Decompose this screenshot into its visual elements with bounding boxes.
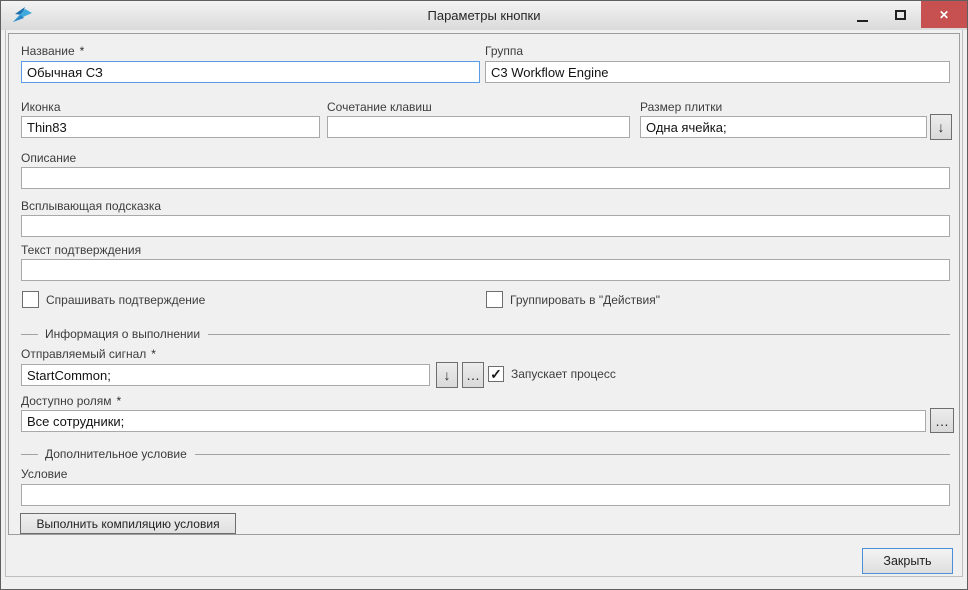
dialog-window: Параметры кнопки ✕ Название* Группа Икон… [0, 0, 968, 590]
tooltip-input[interactable] [21, 215, 950, 237]
shortcut-input[interactable] [327, 116, 630, 138]
starts-process-label: Запускает процесс [511, 367, 616, 381]
ellipsis-icon: … [935, 413, 949, 429]
icon-input[interactable] [21, 116, 320, 138]
ask-confirmation-checkbox[interactable] [22, 291, 39, 308]
condition-label: Условие [21, 467, 67, 481]
condition-input[interactable] [21, 484, 950, 506]
tooltip-label: Всплывающая подсказка [21, 199, 161, 213]
name-input[interactable] [21, 61, 480, 83]
starts-process-checkbox[interactable]: ✓ [488, 366, 504, 382]
confirm-text-input[interactable] [21, 259, 950, 281]
close-window-button[interactable]: ✕ [921, 1, 967, 28]
section-line [195, 454, 950, 455]
required-asterisk: * [117, 394, 122, 408]
execution-section-header: Информация о выполнении [21, 327, 950, 341]
arrow-down-icon: ↓ [444, 367, 451, 383]
ask-confirmation-label: Спрашивать подтверждение [46, 293, 205, 307]
group-label: Группа [485, 44, 523, 58]
minimize-button[interactable] [843, 1, 881, 28]
section-line [208, 334, 950, 335]
maximize-button[interactable] [881, 1, 919, 28]
section-dash [21, 334, 38, 335]
ellipsis-icon: … [466, 367, 480, 383]
extra-condition-section-header: Дополнительное условие [21, 447, 950, 461]
roles-input[interactable] [21, 410, 926, 432]
tile-size-label: Размер плитки [640, 100, 722, 114]
minimize-icon [857, 20, 868, 22]
tile-size-dropdown-button[interactable]: ↓ [930, 114, 952, 140]
title-bar[interactable]: Параметры кнопки ✕ [1, 1, 967, 30]
signal-dropdown-button[interactable]: ↓ [436, 362, 458, 388]
section-dash [21, 454, 38, 455]
name-label: Название* [21, 44, 84, 58]
group-into-actions-checkbox[interactable] [486, 291, 503, 308]
checkmark-icon: ✓ [490, 367, 502, 381]
tile-size-input[interactable] [640, 116, 927, 138]
form-panel: Название* Группа Иконка Сочетание клавиш… [8, 33, 960, 535]
arrow-down-icon: ↓ [938, 119, 945, 135]
signal-browse-button[interactable]: … [462, 362, 484, 388]
close-dialog-button[interactable]: Закрыть [862, 548, 953, 574]
close-icon: ✕ [939, 8, 949, 22]
group-into-actions-checkbox-row[interactable]: Группировать в "Действия" [486, 291, 660, 308]
window-title: Параметры кнопки [1, 8, 967, 23]
extra-condition-section-title: Дополнительное условие [45, 447, 187, 461]
starts-process-checkbox-row[interactable]: ✓ Запускает процесс [488, 366, 616, 382]
maximize-icon [895, 10, 906, 20]
ask-confirmation-checkbox-row[interactable]: Спрашивать подтверждение [22, 291, 205, 308]
roles-label: Доступно ролям* [21, 394, 121, 408]
roles-browse-button[interactable]: … [930, 408, 954, 433]
icon-label: Иконка [21, 100, 61, 114]
shortcut-label: Сочетание клавиш [327, 100, 432, 114]
execution-section-title: Информация о выполнении [45, 327, 200, 341]
required-asterisk: * [151, 347, 156, 361]
compile-condition-button[interactable]: Выполнить компиляцию условия [20, 513, 236, 534]
signal-label: Отправляемый сигнал* [21, 347, 156, 361]
group-into-actions-label: Группировать в "Действия" [510, 293, 660, 307]
required-asterisk: * [80, 44, 85, 58]
description-input[interactable] [21, 167, 950, 189]
description-label: Описание [21, 151, 76, 165]
signal-input[interactable] [21, 364, 430, 386]
group-input[interactable] [485, 61, 950, 83]
confirm-text-label: Текст подтверждения [21, 243, 141, 257]
